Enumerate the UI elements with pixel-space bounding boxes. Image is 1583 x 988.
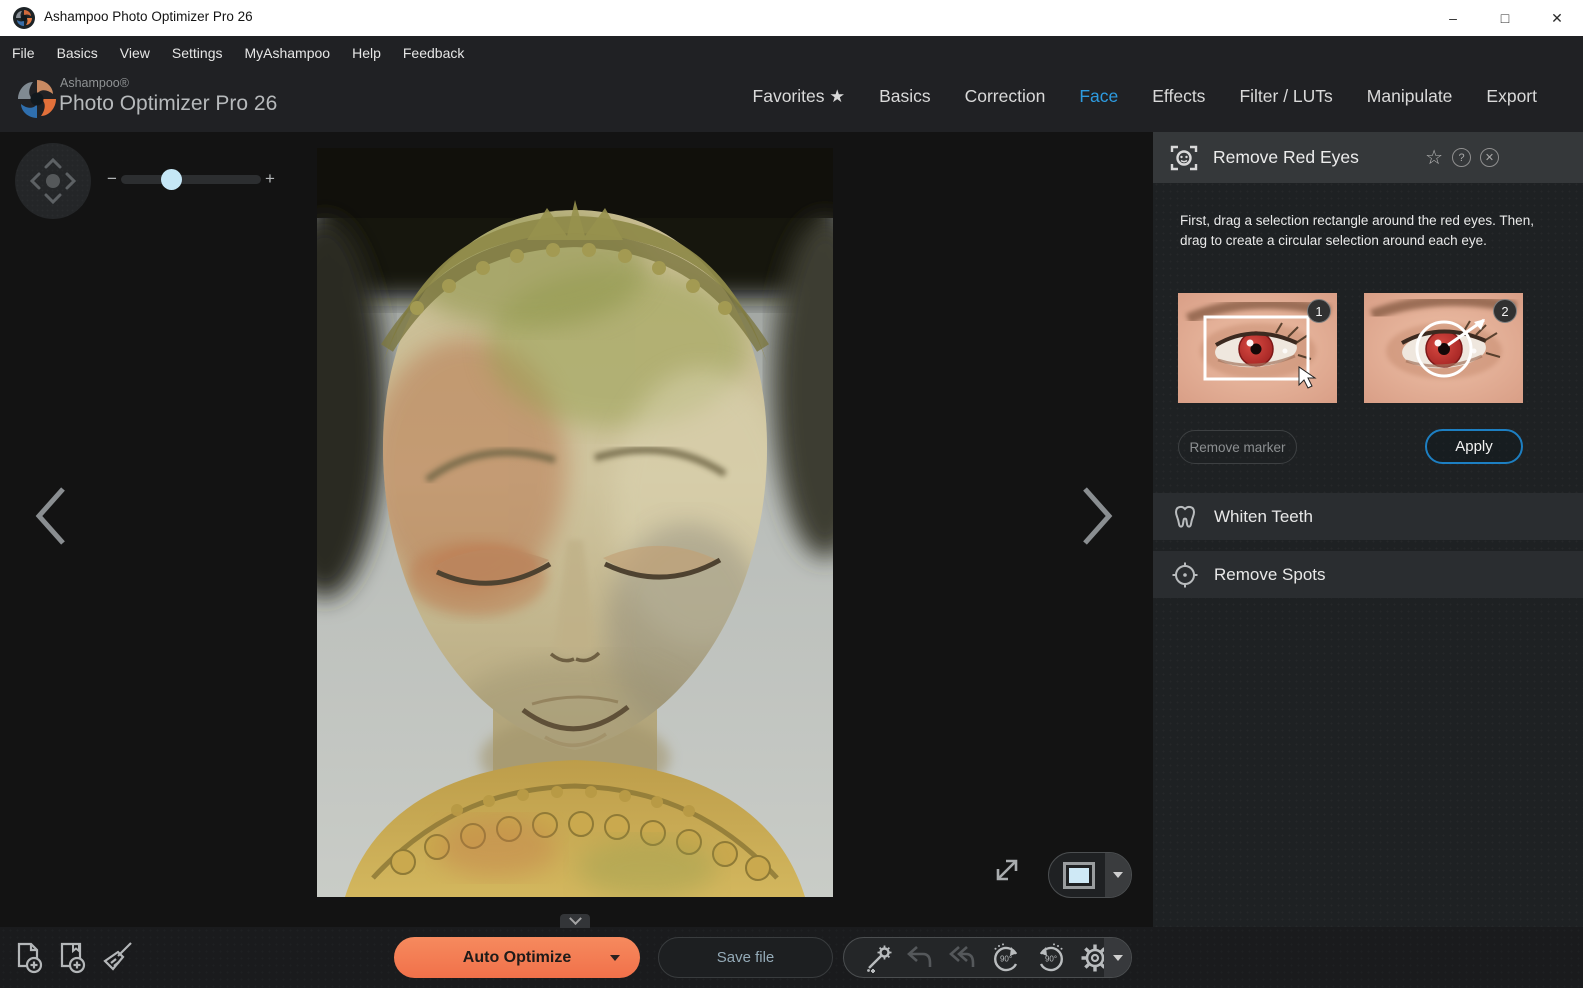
rotate-right-icon[interactable]: 90°	[1034, 941, 1068, 975]
remove-marker-button[interactable]: Remove marker	[1178, 430, 1297, 464]
pan-control[interactable]	[15, 143, 91, 219]
target-icon	[1171, 561, 1199, 589]
menu-basics[interactable]: Basics	[57, 45, 98, 61]
menu-file[interactable]: File	[12, 45, 35, 61]
tools-dropdown[interactable]	[1104, 938, 1131, 977]
fullscreen-expand-icon[interactable]	[992, 855, 1022, 885]
photo-image[interactable]	[317, 148, 833, 897]
tab-export[interactable]: Export	[1486, 86, 1537, 107]
instructions-text: First, drag a selection rectangle around…	[1180, 211, 1552, 251]
next-image-button[interactable]	[1078, 484, 1116, 548]
example-step1-image: 1	[1178, 293, 1337, 403]
example-step2-image: 2	[1364, 293, 1523, 403]
zoom-slider: − +	[103, 169, 279, 189]
clean-broom-button[interactable]	[100, 939, 136, 975]
zoom-in-button[interactable]: +	[261, 169, 279, 189]
zoom-slider-thumb[interactable]	[161, 169, 182, 190]
help-icon[interactable]: ?	[1452, 148, 1471, 167]
save-file-button[interactable]: Save file	[658, 937, 833, 978]
undo-icon[interactable]	[905, 943, 935, 973]
whiten-teeth-label: Whiten Teeth	[1214, 507, 1313, 527]
tab-correction[interactable]: Correction	[965, 86, 1046, 107]
step2-badge: 2	[1493, 299, 1517, 323]
view-mode-button[interactable]	[1048, 852, 1132, 898]
app-header: File Basics View Settings MyAshampoo Hel…	[0, 36, 1583, 132]
menu-settings[interactable]: Settings	[172, 45, 223, 61]
menu-view[interactable]: View	[120, 45, 150, 61]
remove-spots-label: Remove Spots	[1214, 565, 1326, 585]
tab-filter-luts[interactable]: Filter / LUTs	[1239, 86, 1332, 107]
pan-up-icon	[46, 160, 60, 167]
close-button[interactable]: ✕	[1531, 0, 1583, 36]
tooth-icon	[1171, 503, 1199, 531]
caret-down-icon	[1113, 872, 1123, 878]
close-panel-icon[interactable]: ✕	[1480, 148, 1499, 167]
tab-face[interactable]: Face	[1079, 86, 1118, 107]
svg-text:90°: 90°	[1000, 954, 1012, 963]
pan-left-icon	[32, 174, 39, 188]
photo-canvas: − +	[0, 132, 1153, 927]
red-eye-face-scan-icon	[1170, 144, 1198, 172]
view-mode-icon	[1063, 862, 1095, 889]
favorite-star-icon[interactable]: ☆	[1425, 145, 1443, 170]
tab-basics[interactable]: Basics	[879, 86, 931, 107]
magic-wand-icon[interactable]	[862, 942, 894, 974]
apply-button[interactable]: Apply	[1425, 429, 1523, 464]
zoom-slider-track[interactable]	[121, 175, 261, 184]
pan-down-icon	[46, 195, 60, 202]
rotate-left-icon[interactable]: 90°	[989, 941, 1023, 975]
brand-logo-icon	[14, 76, 60, 122]
title-bar: Ashampoo Photo Optimizer Pro 26 – □ ✕	[0, 0, 1583, 36]
menu-myashampoo[interactable]: MyAshampoo	[244, 45, 330, 61]
menu-bar: File Basics View Settings MyAshampoo Hel…	[12, 36, 464, 70]
remove-red-eyes-header: Remove Red Eyes ☆ ? ✕	[1153, 132, 1583, 183]
whiten-teeth-row[interactable]: Whiten Teeth	[1153, 493, 1583, 540]
collapse-panel-tab[interactable]	[560, 914, 590, 928]
step1-badge: 1	[1307, 299, 1331, 323]
main-nav: Favorites ★ Basics Correction Face Effec…	[753, 86, 1537, 107]
tab-effects[interactable]: Effects	[1152, 86, 1205, 107]
tab-favorites[interactable]: Favorites ★	[753, 86, 846, 107]
panel-title: Remove Red Eyes	[1213, 147, 1359, 168]
brand-product: Photo Optimizer Pro 26	[59, 92, 277, 116]
auto-optimize-label: Auto Optimize	[463, 949, 571, 967]
minimize-button[interactable]: –	[1427, 0, 1479, 36]
app-logo-icon	[13, 7, 35, 29]
face-tools-panel: Remove Red Eyes ☆ ? ✕ First, drag a sele…	[1153, 132, 1583, 927]
quick-tools-group: 90° 90°	[843, 937, 1132, 978]
pan-center-dot	[46, 174, 60, 188]
chevron-down-icon	[569, 912, 582, 925]
zoom-out-button[interactable]: −	[103, 169, 121, 189]
remove-spots-row[interactable]: Remove Spots	[1153, 551, 1583, 598]
previous-image-button[interactable]	[32, 484, 70, 548]
svg-text:90°: 90°	[1045, 954, 1057, 963]
view-mode-dropdown[interactable]	[1105, 853, 1131, 897]
bottom-toolbar: Auto Optimize Save file	[0, 927, 1583, 988]
pan-right-icon	[67, 174, 74, 188]
window-title: Ashampoo Photo Optimizer Pro 26	[44, 9, 253, 24]
auto-optimize-button[interactable]: Auto Optimize	[394, 937, 640, 978]
caret-down-icon	[1113, 955, 1123, 961]
add-file-button[interactable]	[12, 939, 48, 975]
tab-manipulate[interactable]: Manipulate	[1367, 86, 1453, 107]
brand-company: Ashampoo®	[60, 76, 129, 90]
undo-all-icon[interactable]	[946, 943, 978, 973]
menu-feedback[interactable]: Feedback	[403, 45, 464, 61]
menu-help[interactable]: Help	[352, 45, 381, 61]
caret-down-icon[interactable]	[610, 955, 620, 961]
maximize-button[interactable]: □	[1479, 0, 1531, 36]
add-project-button[interactable]	[55, 939, 91, 975]
